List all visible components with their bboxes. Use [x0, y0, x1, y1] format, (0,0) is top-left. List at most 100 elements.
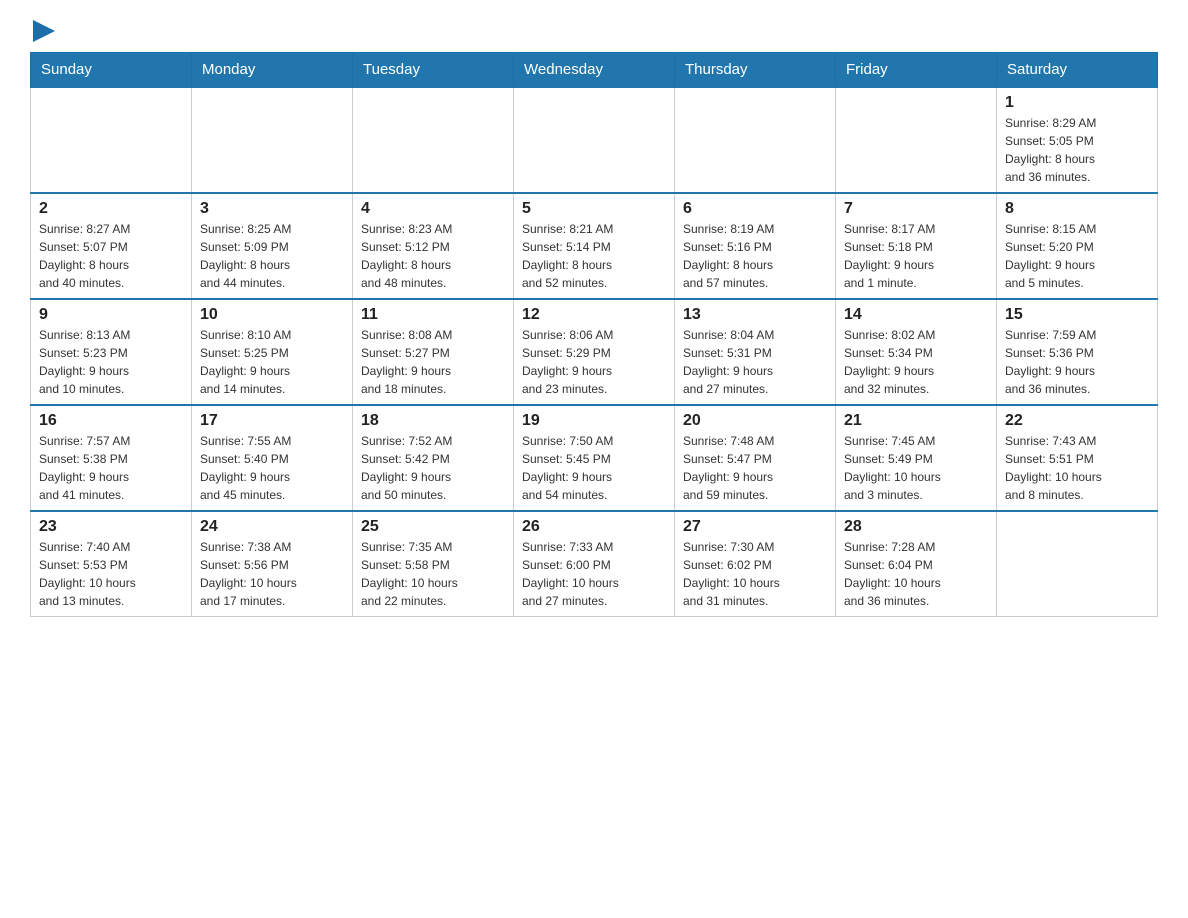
calendar-cell: 1 Sunrise: 8:29 AMSunset: 5:05 PMDaylight…	[997, 87, 1158, 193]
day-info: Sunrise: 8:06 AMSunset: 5:29 PMDaylight:…	[522, 326, 666, 398]
day-info: Sunrise: 7:48 AMSunset: 5:47 PMDaylight:…	[683, 432, 827, 504]
day-number: 15	[1005, 306, 1149, 324]
calendar-week-row: 16 Sunrise: 7:57 AMSunset: 5:38 PMDayligh…	[31, 405, 1158, 511]
day-info: Sunrise: 7:43 AMSunset: 5:51 PMDaylight:…	[1005, 432, 1149, 504]
calendar-cell: 15 Sunrise: 7:59 AMSunset: 5:36 PMDayligh…	[997, 299, 1158, 405]
calendar-cell: 2 Sunrise: 8:27 AMSunset: 5:07 PMDaylight…	[31, 193, 192, 299]
calendar-week-row: 2 Sunrise: 8:27 AMSunset: 5:07 PMDaylight…	[31, 193, 1158, 299]
day-number: 8	[1005, 200, 1149, 218]
page-header	[30, 20, 1158, 42]
day-info: Sunrise: 7:55 AMSunset: 5:40 PMDaylight:…	[200, 432, 344, 504]
calendar-cell: 23 Sunrise: 7:40 AMSunset: 5:53 PMDayligh…	[31, 511, 192, 617]
day-number: 20	[683, 412, 827, 430]
calendar-cell: 16 Sunrise: 7:57 AMSunset: 5:38 PMDayligh…	[31, 405, 192, 511]
day-info: Sunrise: 7:59 AMSunset: 5:36 PMDaylight:…	[1005, 326, 1149, 398]
day-info: Sunrise: 8:02 AMSunset: 5:34 PMDaylight:…	[844, 326, 988, 398]
day-number: 4	[361, 200, 505, 218]
day-number: 9	[39, 306, 183, 324]
day-number: 3	[200, 200, 344, 218]
calendar-table: SundayMondayTuesdayWednesdayThursdayFrid…	[30, 52, 1158, 617]
day-info: Sunrise: 8:08 AMSunset: 5:27 PMDaylight:…	[361, 326, 505, 398]
calendar-cell: 19 Sunrise: 7:50 AMSunset: 5:45 PMDayligh…	[514, 405, 675, 511]
day-info: Sunrise: 8:04 AMSunset: 5:31 PMDaylight:…	[683, 326, 827, 398]
day-info: Sunrise: 7:40 AMSunset: 5:53 PMDaylight:…	[39, 538, 183, 610]
day-number: 5	[522, 200, 666, 218]
calendar-cell: 25 Sunrise: 7:35 AMSunset: 5:58 PMDayligh…	[353, 511, 514, 617]
day-number: 6	[683, 200, 827, 218]
day-info: Sunrise: 8:25 AMSunset: 5:09 PMDaylight:…	[200, 220, 344, 292]
calendar-cell: 17 Sunrise: 7:55 AMSunset: 5:40 PMDayligh…	[192, 405, 353, 511]
day-info: Sunrise: 7:35 AMSunset: 5:58 PMDaylight:…	[361, 538, 505, 610]
day-number: 26	[522, 518, 666, 536]
calendar-cell: 9 Sunrise: 8:13 AMSunset: 5:23 PMDaylight…	[31, 299, 192, 405]
day-info: Sunrise: 7:52 AMSunset: 5:42 PMDaylight:…	[361, 432, 505, 504]
calendar-header-friday: Friday	[836, 53, 997, 88]
calendar-cell: 7 Sunrise: 8:17 AMSunset: 5:18 PMDaylight…	[836, 193, 997, 299]
calendar-cell	[997, 511, 1158, 617]
day-number: 28	[844, 518, 988, 536]
calendar-cell	[353, 87, 514, 193]
calendar-cell: 21Sunrise: 7:45 AMSunset: 5:49 PMDayligh…	[836, 405, 997, 511]
logo-arrow-icon	[33, 20, 55, 42]
day-info: Sunrise: 7:38 AMSunset: 5:56 PMDaylight:…	[200, 538, 344, 610]
day-number: 17	[200, 412, 344, 430]
day-number: 10	[200, 306, 344, 324]
day-info: Sunrise: 7:28 AMSunset: 6:04 PMDaylight:…	[844, 538, 988, 610]
calendar-header-monday: Monday	[192, 53, 353, 88]
calendar-cell: 12 Sunrise: 8:06 AMSunset: 5:29 PMDayligh…	[514, 299, 675, 405]
logo-blue	[30, 20, 55, 42]
day-number: 7	[844, 200, 988, 218]
calendar-cell: 20 Sunrise: 7:48 AMSunset: 5:47 PMDayligh…	[675, 405, 836, 511]
calendar-cell: 27 Sunrise: 7:30 AMSunset: 6:02 PMDayligh…	[675, 511, 836, 617]
day-number: 23	[39, 518, 183, 536]
calendar-cell	[675, 87, 836, 193]
calendar-cell	[514, 87, 675, 193]
calendar-cell: 3 Sunrise: 8:25 AMSunset: 5:09 PMDaylight…	[192, 193, 353, 299]
day-number: 27	[683, 518, 827, 536]
calendar-week-row: 23 Sunrise: 7:40 AMSunset: 5:53 PMDayligh…	[31, 511, 1158, 617]
day-info: Sunrise: 7:50 AMSunset: 5:45 PMDaylight:…	[522, 432, 666, 504]
calendar-cell: 22 Sunrise: 7:43 AMSunset: 5:51 PMDayligh…	[997, 405, 1158, 511]
day-number: 1	[1005, 94, 1149, 112]
day-number: 14	[844, 306, 988, 324]
day-info: Sunrise: 7:57 AMSunset: 5:38 PMDaylight:…	[39, 432, 183, 504]
calendar-header-sunday: Sunday	[31, 53, 192, 88]
day-number: 2	[39, 200, 183, 218]
calendar-cell: 24 Sunrise: 7:38 AMSunset: 5:56 PMDayligh…	[192, 511, 353, 617]
calendar-cell: 26Sunrise: 7:33 AMSunset: 6:00 PMDayligh…	[514, 511, 675, 617]
day-info: Sunrise: 8:13 AMSunset: 5:23 PMDaylight:…	[39, 326, 183, 398]
calendar-cell	[192, 87, 353, 193]
calendar-cell: 18Sunrise: 7:52 AMSunset: 5:42 PMDayligh…	[353, 405, 514, 511]
day-number: 11	[361, 306, 505, 324]
day-info: Sunrise: 8:29 AMSunset: 5:05 PMDaylight:…	[1005, 114, 1149, 186]
day-number: 16	[39, 412, 183, 430]
calendar-header-saturday: Saturday	[997, 53, 1158, 88]
calendar-cell: 13 Sunrise: 8:04 AMSunset: 5:31 PMDayligh…	[675, 299, 836, 405]
calendar-cell: 28 Sunrise: 7:28 AMSunset: 6:04 PMDayligh…	[836, 511, 997, 617]
day-info: Sunrise: 8:27 AMSunset: 5:07 PMDaylight:…	[39, 220, 183, 292]
day-info: Sunrise: 8:23 AMSunset: 5:12 PMDaylight:…	[361, 220, 505, 292]
day-number: 24	[200, 518, 344, 536]
calendar-cell: 14 Sunrise: 8:02 AMSunset: 5:34 PMDayligh…	[836, 299, 997, 405]
day-info: Sunrise: 8:15 AMSunset: 5:20 PMDaylight:…	[1005, 220, 1149, 292]
day-info: Sunrise: 8:17 AMSunset: 5:18 PMDaylight:…	[844, 220, 988, 292]
calendar-cell: 11 Sunrise: 8:08 AMSunset: 5:27 PMDayligh…	[353, 299, 514, 405]
day-number: 25	[361, 518, 505, 536]
day-number: 19	[522, 412, 666, 430]
day-info: Sunrise: 8:19 AMSunset: 5:16 PMDaylight:…	[683, 220, 827, 292]
calendar-cell	[31, 87, 192, 193]
calendar-cell: 5 Sunrise: 8:21 AMSunset: 5:14 PMDaylight…	[514, 193, 675, 299]
day-info: Sunrise: 7:30 AMSunset: 6:02 PMDaylight:…	[683, 538, 827, 610]
day-number: 22	[1005, 412, 1149, 430]
calendar-week-row: 1 Sunrise: 8:29 AMSunset: 5:05 PMDaylight…	[31, 87, 1158, 193]
logo	[30, 20, 55, 42]
day-info: Sunrise: 8:21 AMSunset: 5:14 PMDaylight:…	[522, 220, 666, 292]
calendar-cell: 4 Sunrise: 8:23 AMSunset: 5:12 PMDaylight…	[353, 193, 514, 299]
day-number: 12	[522, 306, 666, 324]
calendar-cell	[836, 87, 997, 193]
calendar-week-row: 9 Sunrise: 8:13 AMSunset: 5:23 PMDaylight…	[31, 299, 1158, 405]
calendar-cell: 6 Sunrise: 8:19 AMSunset: 5:16 PMDaylight…	[675, 193, 836, 299]
calendar-header-thursday: Thursday	[675, 53, 836, 88]
day-number: 13	[683, 306, 827, 324]
day-number: 21	[844, 412, 988, 430]
